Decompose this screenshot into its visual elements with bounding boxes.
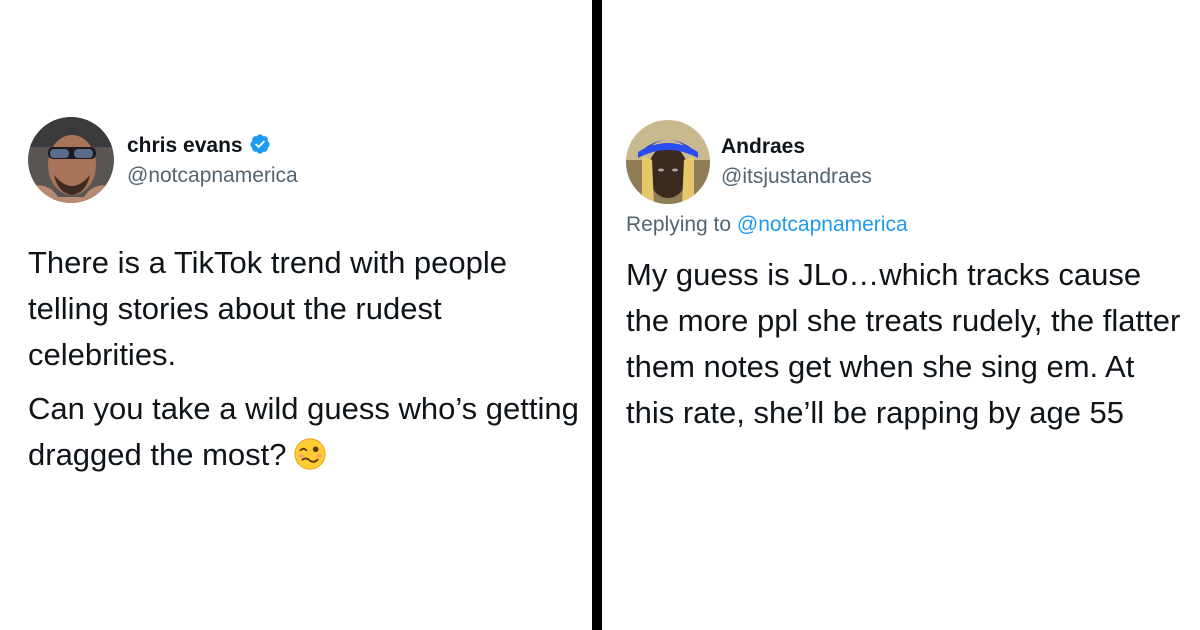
replying-to-line: Replying to @notcapnamerica	[626, 213, 908, 237]
reply-text: My guess is JLo…which tracks cause the m…	[626, 257, 1181, 430]
tweet-paragraph-1: There is a TikTok trend with people tell…	[28, 245, 508, 372]
replying-to-prefix: Replying to	[626, 213, 732, 236]
right-tweet-card: Andraes @itsjustandraes Replying to @not…	[602, 0, 1200, 630]
tweet-body: My guess is JLo…which tracks cause the m…	[626, 252, 1186, 436]
verified-badge-icon	[249, 134, 270, 154]
author-name-text[interactable]: chris evans	[127, 134, 243, 157]
author-name[interactable]: chris evans	[127, 133, 271, 158]
panel-divider	[592, 0, 602, 630]
avatar-andraes[interactable]	[626, 120, 710, 204]
avatar-photo-icon	[626, 120, 710, 204]
avatar-photo-icon	[28, 117, 114, 203]
author-name[interactable]: Andraes	[721, 135, 805, 159]
woozy-face-emoji-icon	[293, 438, 326, 470]
left-tweet-card: chris evans @notcapnamerica There is a T…	[0, 0, 592, 630]
author-handle[interactable]: @itsjustandraes	[721, 165, 872, 189]
tweet-body: There is a TikTok trend with people tell…	[28, 240, 588, 478]
tweet-paragraph-2: Can you take a wild guess who’s getting …	[28, 386, 588, 478]
author-handle[interactable]: @notcapnamerica	[127, 164, 298, 188]
avatar-chris-evans[interactable]	[28, 117, 114, 203]
replying-to-handle-link[interactable]: @notcapnamerica	[737, 213, 908, 236]
